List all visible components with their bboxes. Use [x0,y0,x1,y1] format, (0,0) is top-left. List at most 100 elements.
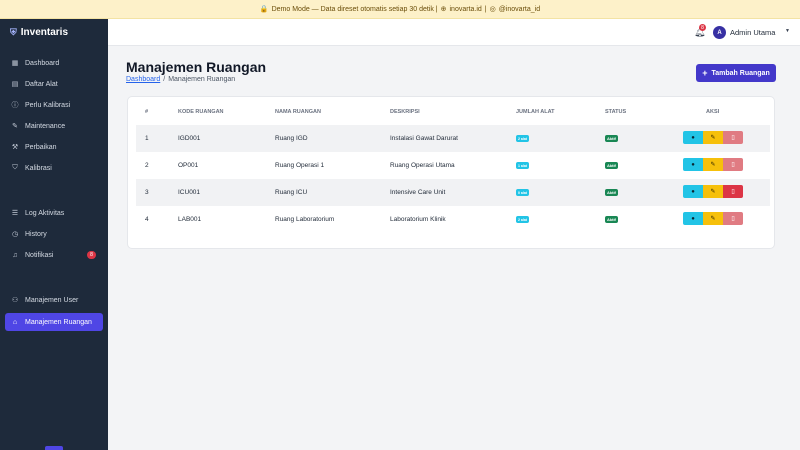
row-nama: Ruang Laboratorium [275,216,335,223]
log-icon: ☰ [11,210,19,217]
table-row: 3 ICU001 Ruang ICU Intensive Care Unit 0… [136,179,770,206]
view-button[interactable]: ● [683,158,703,171]
delete-button[interactable]: ▯ [723,185,743,198]
edit-icon: ✎ [710,135,716,141]
users-icon: ⚇ [11,297,19,304]
breadcrumb-current: Manajemen Ruangan [168,76,236,83]
alert-icon: ⓘ [11,102,19,109]
rooms-table-card: # KODE RUANGAN NAMA RUANGAN DESKRIPSI JU… [127,96,775,249]
banner-text: Demo Mode — Data direset otomatis setiap… [271,5,438,13]
sidebar-item-label: Manajemen Ruangan [25,318,92,326]
sidebar-item-manajemen-ruangan[interactable]: ⌂ Manajemen Ruangan [5,313,103,331]
sidebar-item-label: Notifikasi [25,251,54,259]
table-header: # KODE RUANGAN NAMA RUANGAN DESKRIPSI JU… [136,109,770,119]
sidebar-item-maintenance[interactable]: ✎ Maintenance [5,117,103,135]
sidebar-item-daftar-alat[interactable]: ▤ Daftar Alat [5,75,103,93]
row-no: 3 [145,189,149,196]
sidebar-item-label: Log Aktivitas [25,209,65,217]
shield-icon: ⛨ [10,27,17,37]
breadcrumb-separator: / [163,76,166,83]
jumlah-alat-badge: 0 alat [516,189,529,196]
sidebar-item-label: History [25,230,47,238]
trash-icon: ▯ [731,216,735,222]
row-nama: Ruang Operasi 1 [275,162,325,169]
action-buttons: ● ✎ ▯ [683,131,743,144]
sidebar-item-notifikasi[interactable]: ♫ Notifikasi 8 [5,246,103,264]
row-deskripsi: Instalasi Gawat Darurat [390,135,458,142]
header-no: # [145,109,149,115]
banner-link-website[interactable]: inovarta.id [450,6,482,13]
table-row: 4 LAB001 Ruang Laboratorium Laboratorium… [136,206,770,233]
jumlah-alat-badge: 1 alat [516,162,529,169]
action-buttons: ● ✎ ▯ [683,185,743,198]
eye-icon: ● [691,188,695,195]
sidebar-item-label: Perlu Kalibrasi [25,101,71,109]
edit-button[interactable]: ✎ [703,158,723,171]
lock-icon: 🔒 [259,6,269,13]
sidebar-item-dashboard[interactable]: ▦ Dashboard [5,54,103,72]
eye-icon: ● [691,215,695,222]
edit-button[interactable]: ✎ [703,185,723,198]
globe-icon: ⊕ [440,6,447,13]
sidebar-item-label: Manajemen User [25,296,79,304]
status-badge: Aktif [605,135,618,142]
delete-button[interactable]: ▯ [723,212,743,225]
avatar[interactable]: A [713,26,726,39]
status-badge: Aktif [605,189,618,196]
building-icon: ⌂ [12,318,18,326]
sidebar-item-kalibrasi[interactable]: ⛉ Kalibrasi [5,159,103,177]
edit-button[interactable]: ✎ [703,131,723,144]
jumlah-alat-badge: 2 alat [516,216,529,223]
topbar: 🔔︎ 8 A Admin Utama ▼ [108,19,800,46]
delete-button[interactable]: ▯ [723,131,743,144]
edit-icon: ✎ [710,216,716,222]
dashboard-icon: ▦ [11,60,19,67]
plus-icon: + [702,68,708,78]
edit-button[interactable]: ✎ [703,212,723,225]
action-buttons: ● ✎ ▯ [683,212,743,225]
table-row: 2 OP001 Ruang Operasi 1 Ruang Operasi Ut… [136,152,770,179]
sidebar-item-perlu-kalibrasi[interactable]: ⓘ Perlu Kalibrasi [5,96,103,114]
bell-icon: ♫ [12,251,18,259]
chevron-down-icon[interactable]: ▼ [785,28,790,34]
row-nama: Ruang ICU [275,189,308,196]
list-icon: ▤ [11,81,19,88]
eye-icon: ● [691,161,695,168]
sidebar-item-perbaikan[interactable]: ⚒ Perbaikan [5,138,103,156]
sidebar-item-label: Perbaikan [25,143,57,151]
trash-icon: ▯ [731,162,735,168]
status-badge: Aktif [605,216,618,223]
sidebar-item-label: Kalibrasi [25,164,52,172]
clock-icon: ◷ [11,231,19,238]
sidebar-item-log-aktivitas[interactable]: ☰ Log Aktivitas [5,204,103,222]
wrench-icon: ✎ [12,123,18,130]
add-room-button[interactable]: + Tambah Ruangan [696,64,776,82]
notification-badge: 8 [699,24,706,31]
sidebar-item-history[interactable]: ◷ History [5,225,103,243]
brand-name: Inventaris [20,27,69,38]
edit-icon: ✎ [710,189,716,195]
view-button[interactable]: ● [683,185,703,198]
row-no: 2 [145,162,149,169]
demo-banner: 🔒 Demo Mode — Data direset otomatis seti… [0,0,800,19]
breadcrumb-home-link[interactable]: Dashboard [126,76,160,83]
edit-icon: ✎ [710,162,716,168]
header-deskripsi: DESKRIPSI [390,109,420,115]
brand[interactable]: ⛨ Inventaris [0,19,108,46]
view-button[interactable]: ● [683,131,703,144]
delete-button[interactable]: ▯ [723,158,743,171]
banner-separator: | [484,5,487,13]
sidebar: ⛨ Inventaris ▦ Dashboard ▤ Daftar Alat ⓘ… [0,19,108,450]
row-no: 1 [145,135,149,142]
row-deskripsi: Intensive Care Unit [390,189,446,196]
user-name[interactable]: Admin Utama [730,28,775,37]
view-button[interactable]: ● [683,212,703,225]
jumlah-alat-badge: 2 alat [516,135,529,142]
banner-link-instagram[interactable]: @inovarta_id [499,6,540,13]
header-nama: NAMA RUANGAN [275,109,321,115]
row-deskripsi: Ruang Operasi Utama [390,162,455,169]
sidebar-item-manajemen-user[interactable]: ⚇ Manajemen User [5,291,103,309]
sidebar-item-label: Maintenance [25,122,66,130]
instagram-icon: ◎ [489,6,496,13]
row-kode: IGD001 [178,135,201,142]
